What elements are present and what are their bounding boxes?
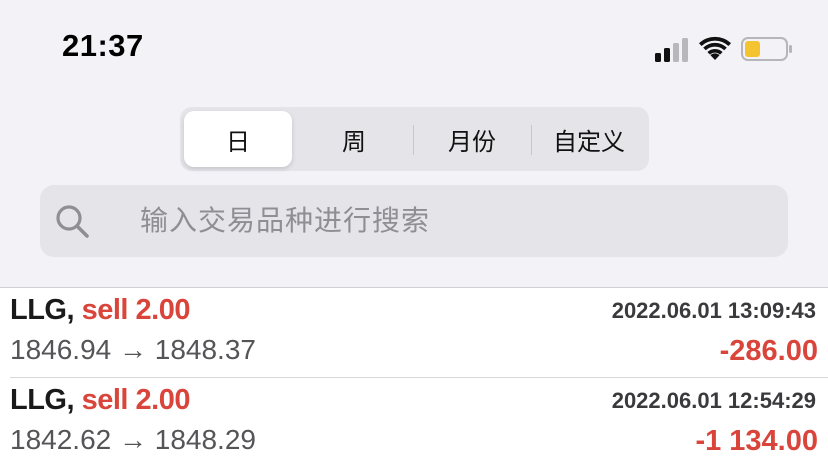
period-segmented-control: 日 周 月份 自定义 xyxy=(180,107,649,171)
search-bar[interactable] xyxy=(40,185,788,257)
battery-level xyxy=(745,41,760,57)
trade-side: sell 2.00 xyxy=(81,294,191,326)
trade-row[interactable]: LLG, sell 2.00 2022.06.01 13:09:43 1846.… xyxy=(0,288,828,376)
trade-title: LLG, sell 2.00 xyxy=(10,384,190,417)
status-time: 21:37 xyxy=(62,28,144,63)
trade-side: sell 2.00 xyxy=(81,384,191,416)
trade-title: LLG, sell 2.00 xyxy=(10,294,190,327)
segment-month[interactable]: 月份 xyxy=(414,111,530,167)
status-bar: 21:37 xyxy=(0,0,828,90)
wifi-icon xyxy=(699,36,731,60)
search-input[interactable] xyxy=(140,185,760,257)
trade-profit: -286.00 xyxy=(719,335,818,367)
trade-prices: 1846.94 → 1848.37 xyxy=(10,334,256,365)
trade-symbol: LLG, xyxy=(10,294,75,326)
segment-day[interactable]: 日 xyxy=(184,111,292,167)
trade-prices: 1842.62 → 1848.29 xyxy=(10,424,256,455)
battery-icon xyxy=(741,37,792,61)
cellular-signal-icon xyxy=(655,38,688,62)
trade-profit: -1 134.00 xyxy=(695,425,818,457)
segment-week[interactable]: 周 xyxy=(296,111,412,167)
trade-history-list: LLG, sell 2.00 2022.06.01 13:09:43 1846.… xyxy=(0,287,828,474)
trade-row[interactable]: LLG, sell 2.00 2022.06.01 12:54:29 1842.… xyxy=(0,378,828,466)
trade-timestamp: 2022.06.01 13:09:43 xyxy=(611,298,816,323)
segment-custom[interactable]: 自定义 xyxy=(532,111,646,167)
trade-symbol: LLG, xyxy=(10,384,75,416)
search-icon xyxy=(56,205,89,238)
trade-timestamp: 2022.06.01 12:54:29 xyxy=(611,388,816,413)
